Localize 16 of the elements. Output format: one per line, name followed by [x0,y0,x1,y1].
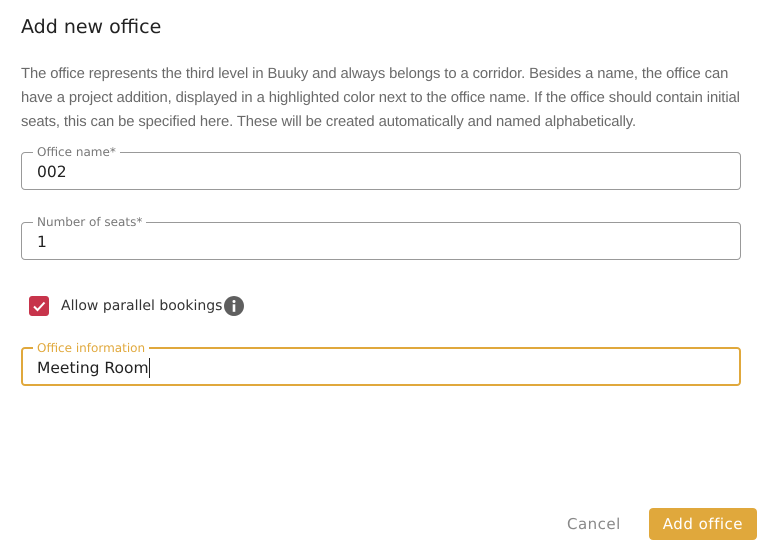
field-value: 1 [37,233,47,251]
input-field[interactable]: Office name* 002 [21,146,741,190]
cancel-button[interactable]: Cancel [552,508,635,540]
checkbox[interactable] [29,296,49,316]
field-value: 002 [37,163,67,181]
field-value: Meeting Room [37,359,149,377]
text-cursor [148,358,150,378]
checkbox-label: Allow parallel bookings [61,298,222,314]
dialog-title: Add new office [21,16,162,38]
info-icon[interactable] [224,296,244,316]
input-field[interactable]: Office information Meeting Room [21,342,741,386]
dialog-description: The office represents the third level in Buuky and always belongs to a corridor. Besides a name, the office can have a project addition, displayed in a highlighted color next to the office name. If the office should contain initial seats, this can be specified here. These will be created automatically and named alphabetically. [21,65,741,132]
field-label: Office information [37,341,146,355]
input-field[interactable]: Number of seats* 1 [21,216,741,260]
field-label: Number of seats* [37,215,142,229]
field-label: Office name* [37,145,116,159]
